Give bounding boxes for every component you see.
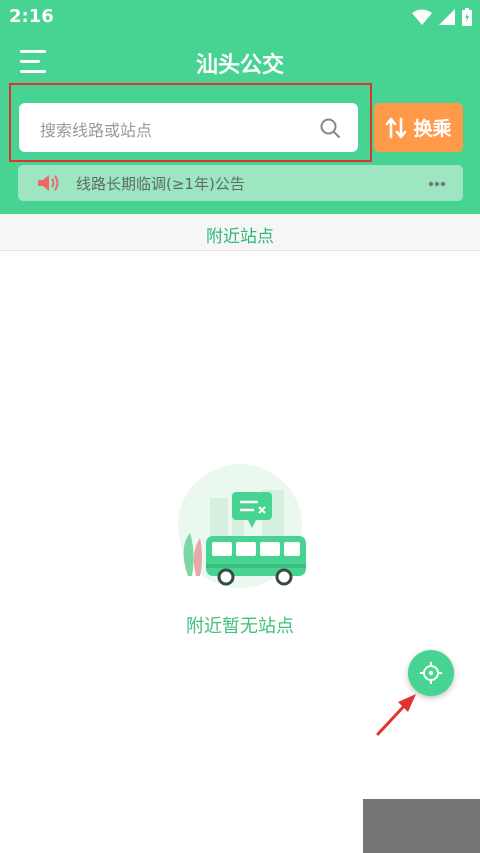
signal-icon xyxy=(439,9,455,25)
empty-state-text: 附近暂无站点 xyxy=(186,616,294,637)
status-bar: 2:16 xyxy=(0,0,480,34)
nearby-stations-header: 附近站点 xyxy=(0,214,480,251)
nearby-stations-title: 附近站点 xyxy=(206,227,274,247)
transfer-button[interactable]: 换乘 xyxy=(374,103,463,152)
search-icon xyxy=(320,118,340,138)
search-input[interactable]: 搜索线路或站点 xyxy=(19,103,358,152)
transfer-label: 换乘 xyxy=(413,118,452,140)
more-icon[interactable] xyxy=(428,181,446,187)
transfer-icon xyxy=(386,117,407,138)
empty-bus-illustration xyxy=(178,464,306,588)
status-icons xyxy=(412,7,472,27)
red-arrow-annotation xyxy=(376,694,416,736)
locate-icon xyxy=(420,662,442,684)
speaker-icon xyxy=(38,175,59,191)
search-placeholder: 搜索线路或站点 xyxy=(40,121,153,140)
gray-overlay-block xyxy=(363,799,480,853)
wifi-icon xyxy=(412,9,432,25)
notice-bar[interactable]: 线路长期临调(≥1年)公告 xyxy=(18,165,463,201)
battery-icon xyxy=(462,8,472,26)
notice-text: 线路长期临调(≥1年)公告 xyxy=(76,175,245,193)
app-header: 2:16 汕头公交 搜索线路或站点 换乘 线路长期临调(≥1年)公告 xyxy=(0,0,480,214)
status-time: 2:16 xyxy=(9,6,54,27)
page-title: 汕头公交 xyxy=(195,53,284,78)
